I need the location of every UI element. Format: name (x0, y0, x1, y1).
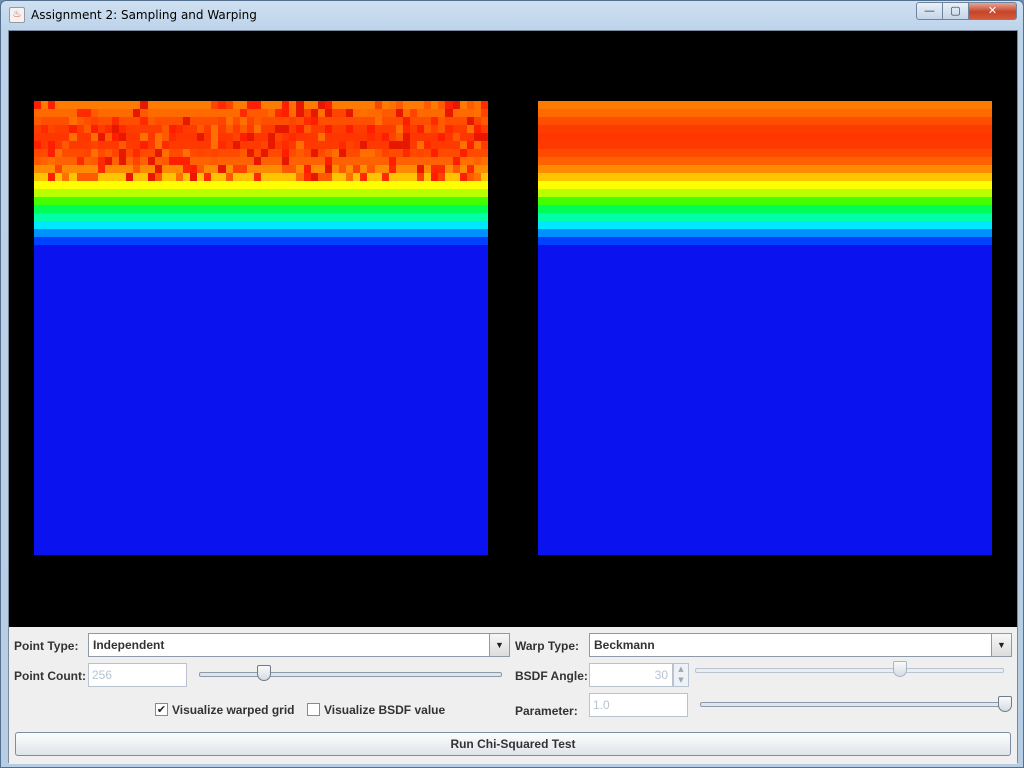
visualize-grid-label[interactable]: Visualize warped grid (172, 703, 294, 717)
heatmap-row (34, 117, 488, 125)
heatmap-row (538, 205, 992, 213)
check-icon: ✔ (156, 703, 167, 716)
bsdf-angle-slider-thumb[interactable] (892, 661, 907, 677)
heatmap-row (538, 213, 992, 221)
heatmap-row (34, 221, 488, 229)
visualize-grid-checkbox[interactable]: ✔ (155, 703, 168, 716)
heatmap-row (538, 165, 992, 173)
warp-type-select[interactable]: Beckmann ▼ (589, 633, 1012, 657)
bsdf-angle-spinner[interactable]: ▲ ▼ (673, 663, 689, 687)
heatmap-row (34, 189, 488, 197)
heatmap-row (34, 237, 488, 245)
heatmap-row (34, 197, 488, 205)
point-count-slider-thumb[interactable] (256, 665, 271, 681)
heatmap-row (538, 101, 992, 109)
visualize-bsdf-checkbox[interactable] (307, 703, 320, 716)
heatmap-row (538, 197, 992, 205)
heatmap-row (34, 165, 488, 173)
heatmap-row (538, 173, 992, 181)
heatmap-row (34, 109, 488, 117)
heatmap-row (34, 181, 488, 189)
point-type-select[interactable]: Independent ▼ (88, 633, 510, 657)
heatmap-body (34, 251, 488, 555)
chevron-down-icon[interactable]: ▼ (991, 634, 1011, 656)
heatmap-body (538, 251, 992, 555)
client-area: Point Type: Independent ▼ Warp Type: Bec… (8, 30, 1018, 764)
point-count-field[interactable]: 256 (88, 663, 187, 687)
heatmap-row (34, 173, 488, 181)
heatmap-row (538, 133, 992, 141)
window-title: Assignment 2: Sampling and Warping (31, 8, 257, 22)
parameter-slider-thumb[interactable] (998, 696, 1012, 712)
heatmap-row (538, 141, 992, 149)
heatmap-row (538, 181, 992, 189)
heatmap-row (538, 157, 992, 165)
parameter-slider[interactable] (700, 702, 1012, 707)
warp-type-label: Warp Type: (515, 639, 580, 653)
title-bar[interactable]: ♨ Assignment 2: Sampling and Warping — ▢… (1, 1, 1023, 30)
heatmap-row (34, 133, 488, 141)
heatmap-row (34, 149, 488, 157)
heatmap-row (34, 125, 488, 133)
observed-histogram-heatmap (34, 101, 488, 555)
bsdf-angle-field[interactable]: 30 (589, 663, 673, 687)
heatmap-row (538, 149, 992, 157)
heatmap-row (34, 141, 488, 149)
heatmap-row (34, 157, 488, 165)
visualization-canvas[interactable] (9, 31, 1017, 627)
heatmap-row (34, 213, 488, 221)
point-type-label: Point Type: (14, 639, 79, 653)
heatmap-row (538, 109, 992, 117)
bsdf-angle-label: BSDF Angle: (515, 669, 588, 683)
chevron-down-icon[interactable]: ▼ (489, 634, 509, 656)
run-chi-squared-button[interactable]: Run Chi-Squared Test (15, 732, 1011, 756)
heatmap-row (34, 101, 488, 109)
maximize-button[interactable]: ▢ (942, 2, 969, 20)
java-icon: ♨ (9, 7, 25, 23)
heatmap-row (538, 189, 992, 197)
control-panel: Point Type: Independent ▼ Warp Type: Bec… (9, 628, 1017, 764)
point-count-slider[interactable] (199, 672, 502, 677)
app-window: ♨ Assignment 2: Sampling and Warping — ▢… (0, 0, 1024, 768)
parameter-label: Parameter: (515, 704, 578, 718)
heatmap-row (538, 221, 992, 229)
heatmap-row (538, 229, 992, 237)
point-count-label: Point Count: (14, 669, 86, 683)
heatmap-row (34, 205, 488, 213)
point-type-value: Independent (93, 638, 165, 652)
parameter-field[interactable]: 1.0 (589, 693, 688, 717)
bsdf-angle-slider[interactable] (695, 668, 1004, 673)
heatmap-row (538, 237, 992, 245)
visualize-bsdf-label[interactable]: Visualize BSDF value (324, 703, 445, 717)
minimize-button[interactable]: — (916, 2, 943, 20)
heatmap-row (538, 125, 992, 133)
expected-histogram-heatmap (538, 101, 992, 555)
heatmap-row (34, 229, 488, 237)
heatmap-row (538, 117, 992, 125)
warp-type-value: Beckmann (594, 638, 655, 652)
close-button[interactable]: ✕ (968, 2, 1017, 20)
